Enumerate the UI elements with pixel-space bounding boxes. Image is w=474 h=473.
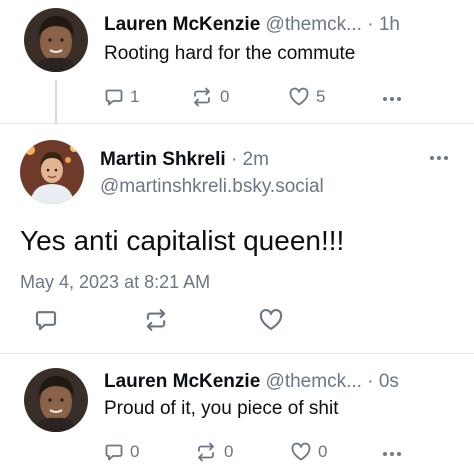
handle[interactable]: @themck...	[266, 14, 362, 35]
post-time[interactable]: 1h	[379, 14, 400, 35]
avatar[interactable]	[24, 368, 88, 432]
like-icon	[289, 87, 309, 106]
like-button[interactable]: 5	[288, 87, 325, 107]
post-actions	[0, 308, 474, 332]
more-options-icon[interactable]	[430, 156, 448, 160]
like-button[interactable]	[258, 308, 284, 332]
repost-count: 0	[224, 442, 234, 461]
like-count: 5	[316, 87, 326, 106]
reply-icon	[105, 89, 123, 106]
post-actions: 1 0 5	[0, 87, 474, 111]
repost-count: 0	[220, 87, 230, 106]
handle[interactable]: @martinshkreli.bsky.social	[100, 176, 324, 198]
like-button[interactable]: 0	[290, 442, 327, 462]
like-icon	[291, 442, 311, 461]
repost-button[interactable]: 0	[194, 442, 233, 462]
avatar[interactable]	[20, 140, 84, 204]
post-text: Yes anti capitalist queen!!!	[20, 225, 345, 256]
reply-icon	[105, 444, 123, 461]
display-name[interactable]: Lauren McKenzie	[104, 14, 260, 35]
post-header: Lauren McKenzie @themck... · 1h	[104, 14, 400, 36]
reply-count: 0	[130, 442, 140, 461]
repost-button[interactable]: 0	[190, 87, 229, 107]
post-header: Lauren McKenzie @themck... · 0s	[104, 371, 399, 393]
more-options-icon[interactable]	[383, 452, 401, 456]
display-name[interactable]: Lauren McKenzie	[104, 371, 260, 392]
post-time[interactable]: 0s	[379, 371, 399, 392]
reply-button[interactable]	[34, 308, 58, 332]
post-timestamp: May 4, 2023 at 8:21 AM	[20, 272, 211, 292]
separator: ·	[367, 14, 374, 35]
post-lauren-2[interactable]: Lauren McKenzie @themck... · 0s Proud of…	[0, 354, 474, 473]
repost-icon	[198, 442, 214, 462]
reply-count: 1	[130, 87, 140, 106]
separator: ·	[367, 371, 374, 392]
repost-button[interactable]	[142, 308, 170, 332]
more-options-icon[interactable]	[383, 97, 401, 101]
post-time[interactable]: 2m	[243, 149, 269, 170]
post-header: Martin Shkreli · 2m	[100, 149, 269, 171]
separator: ·	[230, 149, 238, 170]
post-text: Proud of it, you piece of shit	[104, 398, 339, 419]
handle[interactable]: @themck...	[266, 371, 362, 392]
avatar[interactable]	[24, 8, 88, 72]
like-icon	[259, 308, 283, 330]
repost-icon	[146, 309, 166, 331]
display-name[interactable]: Martin Shkreli	[100, 149, 226, 170]
post-martin-focused[interactable]: Martin Shkreli · 2m @martinshkreli.bsky.…	[0, 124, 474, 354]
post-lauren-1[interactable]: Lauren McKenzie @themck... · 1h Rooting …	[0, 0, 474, 124]
repost-icon	[194, 87, 210, 107]
like-count: 0	[318, 442, 328, 461]
reply-button[interactable]: 0	[104, 442, 139, 462]
post-text: Rooting hard for the commute	[104, 43, 356, 64]
reply-button[interactable]: 1	[104, 87, 139, 107]
reply-icon	[35, 311, 57, 331]
post-actions: 0 0 0	[0, 442, 474, 466]
